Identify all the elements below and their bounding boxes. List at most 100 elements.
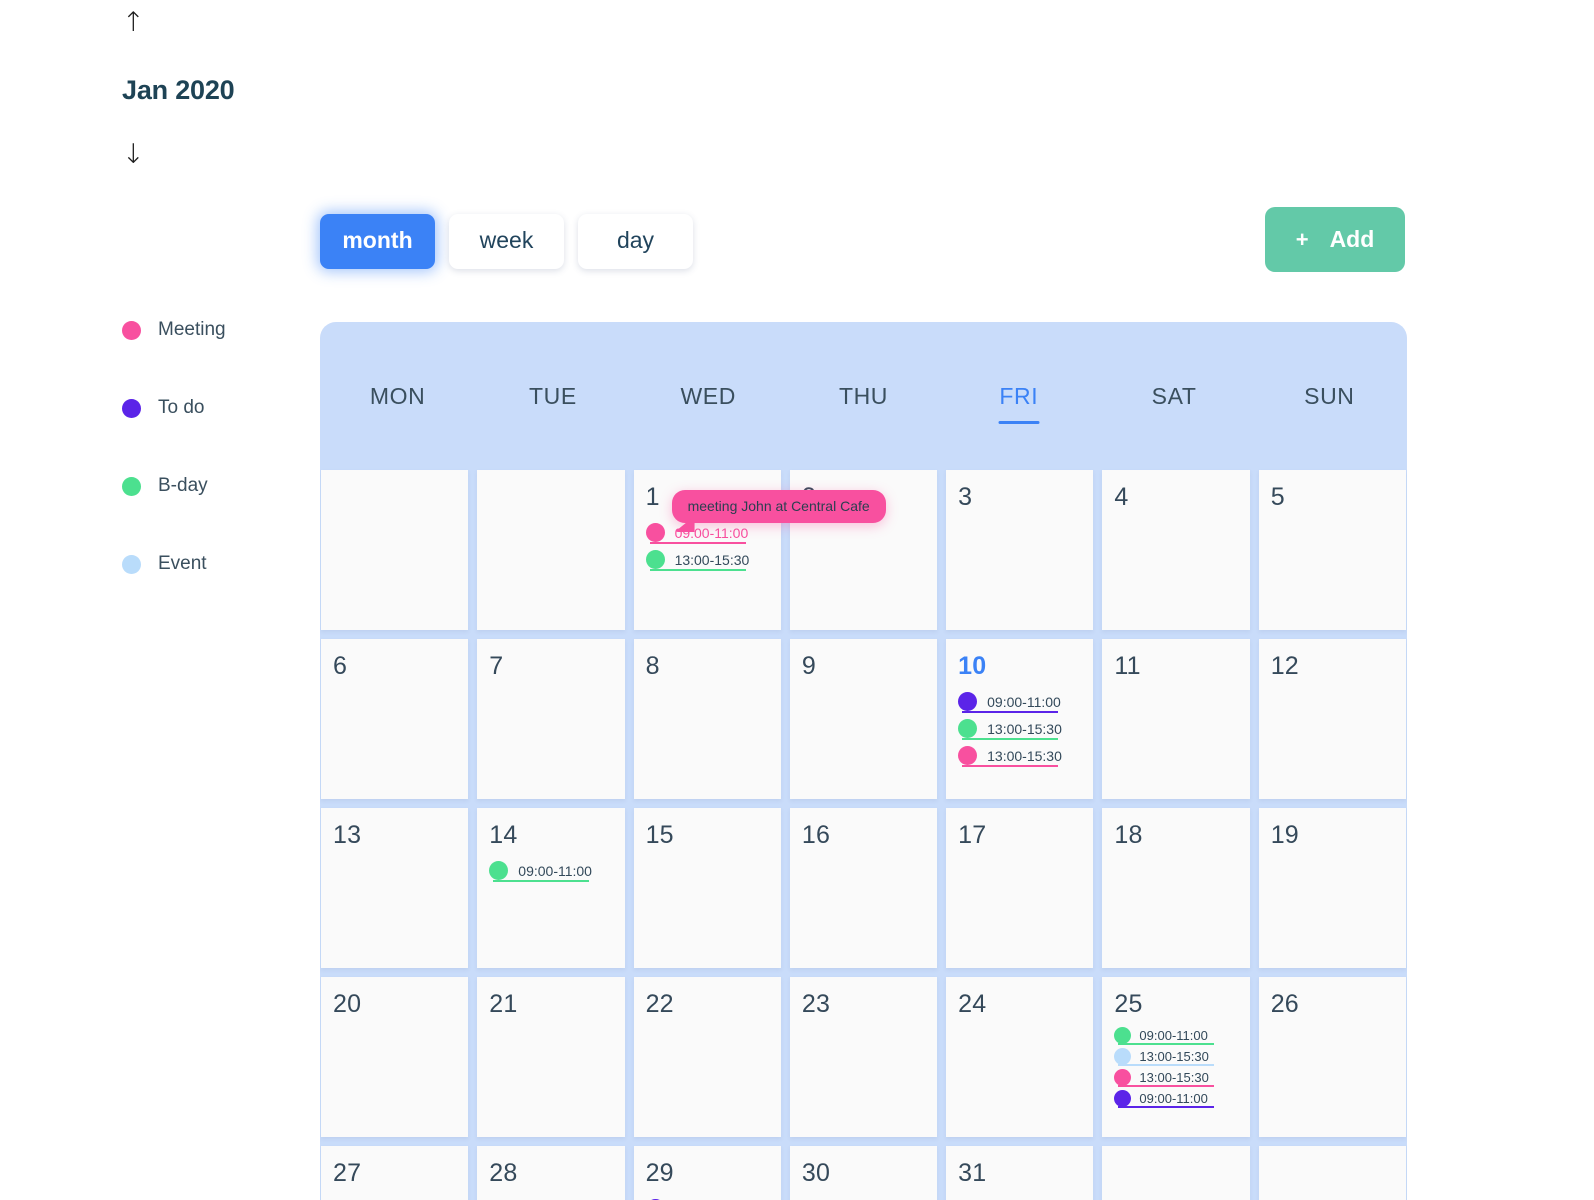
legend-item-meeting[interactable]: Meeting	[122, 318, 322, 342]
event-color-dot[interactable]	[958, 692, 978, 711]
day-cell[interactable]: 23	[789, 977, 938, 1137]
weekday-thu[interactable]: THU	[786, 383, 941, 410]
day-cell[interactable]: 25 09:00-11:00 13:00-15:30 13:00-15:30 09:00…	[1102, 977, 1250, 1137]
day-cell[interactable]: 7	[477, 639, 625, 799]
day-cell[interactable]: 10 09:00-11:00 13:00-15:30 13:00-15:30	[946, 639, 1094, 799]
event-color-dot[interactable]	[645, 523, 665, 542]
legend-color-dot	[122, 398, 141, 418]
event-underline	[1118, 1106, 1215, 1108]
day-cell[interactable]: 5	[1258, 470, 1406, 630]
day-cell[interactable]: 9	[789, 639, 938, 799]
event-color-dot[interactable]	[958, 719, 978, 738]
day-number: 3	[958, 483, 973, 511]
add-event-button[interactable]: + Add	[1265, 207, 1405, 272]
day-cell[interactable]: 29 09:00-11:00	[633, 1146, 781, 1200]
event-time-label[interactable]: 13:00-15:30	[1139, 1070, 1208, 1085]
day-cell[interactable]: 16	[789, 808, 938, 968]
weekday-label: MON	[369, 382, 426, 409]
day-cell[interactable]: 22	[633, 977, 781, 1137]
day-cell[interactable]: 28	[477, 1146, 625, 1200]
day-cell[interactable]: 21	[477, 977, 625, 1137]
day-cell[interactable]: 11	[1102, 639, 1250, 799]
view-switcher: month week day	[320, 214, 693, 269]
event-color-dot[interactable]	[1114, 1048, 1132, 1065]
event-color-dot[interactable]	[1114, 1027, 1132, 1044]
event-time-label[interactable]: 09:00-11:00	[1139, 1028, 1207, 1043]
event-tooltip: meeting John at Central Cafe	[671, 490, 886, 523]
legend-item-event[interactable]: Event	[122, 552, 322, 576]
day-number: 10	[958, 652, 987, 680]
view-button-week[interactable]: week	[449, 214, 564, 269]
day-cell[interactable]: 13	[321, 808, 469, 968]
event-underline	[962, 738, 1059, 740]
legend-item-label: To do	[158, 397, 205, 418]
event-item[interactable]: 09:00-11:00	[1114, 1025, 1239, 1046]
event-item[interactable]: 13:00-15:30	[1114, 1067, 1239, 1088]
day-number: 8	[645, 652, 660, 680]
day-cell[interactable]: 14 09:00-11:00	[477, 808, 625, 968]
day-cell[interactable]: 8	[633, 639, 781, 799]
day-cell[interactable]: 1 09:00-11:00 meeting John at Central Cafe…	[633, 470, 886, 630]
event-list: 09:00-11:00 13:00-15:30 13:00-15:30 09:00-1…	[1114, 1025, 1239, 1109]
event-color-dot[interactable]	[489, 861, 509, 880]
event-time-label[interactable]: 09:00-11:00	[1139, 1091, 1207, 1106]
day-cell[interactable]: 18	[1102, 808, 1250, 968]
event-time-label[interactable]: 13:00-15:30	[1139, 1049, 1208, 1064]
weekday-sun[interactable]: SUN	[1252, 383, 1407, 410]
event-time-label[interactable]: 13:00-15:30	[987, 748, 1062, 764]
day-cell[interactable]: 12	[1258, 639, 1406, 799]
event-time-label[interactable]: 09:00-11:00	[518, 863, 592, 879]
day-cell[interactable]	[321, 470, 469, 630]
day-cell[interactable]: 15	[633, 808, 781, 968]
day-cell[interactable]: 31	[946, 1146, 1094, 1200]
event-time-label[interactable]: 13:00-15:30	[987, 721, 1062, 737]
weekday-mon[interactable]: MON	[320, 383, 475, 410]
event-color-dot[interactable]	[958, 746, 978, 765]
event-item[interactable]: 13:00-15:30	[958, 715, 1083, 742]
day-cell[interactable]	[477, 470, 625, 630]
weekday-label: TUE	[529, 382, 577, 409]
day-cell[interactable]: 26	[1258, 977, 1406, 1137]
day-cell[interactable]: 4	[1102, 470, 1250, 630]
event-item[interactable]: 09:00-11:00	[958, 688, 1083, 715]
legend-color-dot	[122, 554, 141, 574]
event-item[interactable]: 13:00-15:30	[645, 546, 771, 573]
day-number: 5	[1270, 483, 1285, 511]
legend-item-b-day[interactable]: B-day	[122, 474, 322, 498]
day-cell[interactable]: 30	[789, 1146, 938, 1200]
day-cell[interactable]	[1258, 1146, 1406, 1200]
event-time-label[interactable]: 13:00-15:30	[675, 552, 750, 568]
event-item[interactable]: 09:00-11:00 meeting John at Central Cafe	[645, 490, 886, 546]
event-item[interactable]: 09:00-11:00	[489, 857, 614, 884]
next-month-arrow-icon[interactable]: ↓	[122, 140, 152, 170]
view-button-day[interactable]: day	[578, 214, 693, 269]
legend-item-to-do[interactable]: To do	[122, 396, 322, 420]
day-cell[interactable]: 24	[946, 977, 1094, 1137]
event-item[interactable]: 09:00-11:00	[1114, 1088, 1239, 1109]
day-cell[interactable]: 20	[321, 977, 469, 1137]
day-grid: 1 09:00-11:00 meeting John at Central Cafe…	[320, 470, 1407, 1200]
day-cell[interactable]: 6	[321, 639, 469, 799]
event-color-dot[interactable]	[1114, 1090, 1132, 1107]
event-item[interactable]: 13:00-15:30	[958, 742, 1083, 769]
weekday-tue[interactable]: TUE	[475, 383, 630, 410]
view-button-month[interactable]: month	[320, 214, 435, 269]
event-item[interactable]: 09:00-11:00	[645, 1195, 771, 1200]
day-cell[interactable]: 17	[946, 808, 1094, 968]
event-color-dot[interactable]	[645, 550, 665, 569]
day-cell[interactable]: 19	[1258, 808, 1406, 968]
month-calendar: MON TUE WED THU FRI SAT SUN 1 09:00-11:00 meetin…	[320, 322, 1407, 1200]
weekday-wed[interactable]: WED	[631, 383, 786, 410]
day-cell[interactable]	[1102, 1146, 1250, 1200]
day-number: 19	[1270, 821, 1299, 849]
event-item[interactable]: 13:00-15:30	[1114, 1046, 1239, 1067]
day-number: 31	[958, 1159, 987, 1187]
day-cell[interactable]: 3	[946, 470, 1094, 630]
event-color-dot[interactable]	[1114, 1069, 1132, 1086]
day-number: 7	[489, 652, 504, 680]
weekday-sat[interactable]: SAT	[1096, 383, 1251, 410]
event-time-label[interactable]: 09:00-11:00	[987, 694, 1061, 710]
prev-month-arrow-icon[interactable]: ↑	[122, 8, 152, 38]
day-cell[interactable]: 27	[321, 1146, 469, 1200]
weekday-fri[interactable]: FRI	[941, 383, 1096, 424]
